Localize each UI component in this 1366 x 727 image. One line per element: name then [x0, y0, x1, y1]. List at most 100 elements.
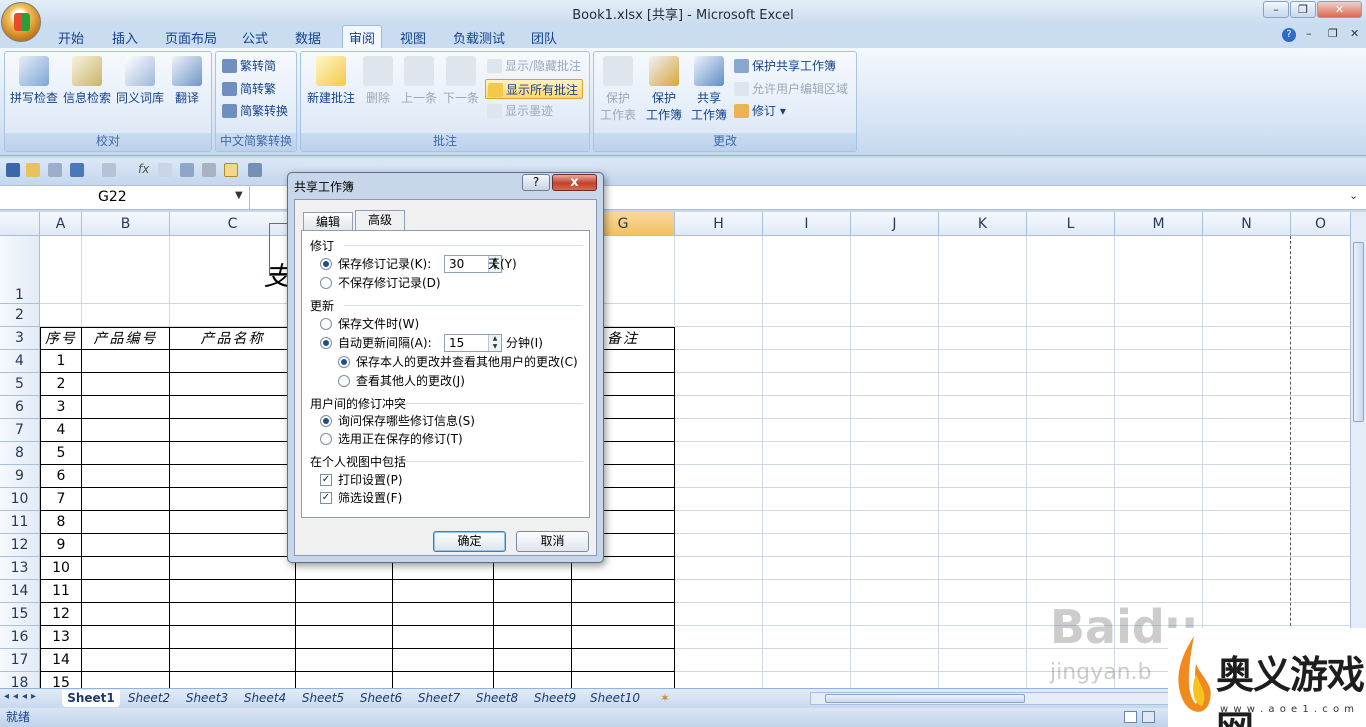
page-layout-view-icon[interactable] [1142, 711, 1155, 723]
table-cell[interactable] [170, 557, 296, 580]
row-header-13[interactable]: 13 [0, 557, 40, 580]
table-cell[interactable] [82, 626, 170, 649]
row-header-8[interactable]: 8 [0, 442, 40, 465]
table-cell[interactable] [82, 603, 170, 626]
row-header-16[interactable]: 16 [0, 626, 40, 649]
dont-keep-option[interactable]: 不保存修订记录(D) [320, 276, 441, 290]
ask-me-option[interactable]: 询问保存哪些修订信息(S) [320, 414, 475, 428]
print-settings-checkbox[interactable]: ✓ [320, 474, 332, 486]
share-workbook-button[interactable]: 共享 工作簿 [689, 56, 729, 124]
table-cell[interactable] [296, 672, 393, 688]
show-ink-button[interactable]: 显示墨迹 [485, 101, 553, 121]
tab-load-test[interactable]: 负载测试 [453, 28, 505, 47]
ribbon-minimize-icon[interactable]: – [1306, 27, 1312, 40]
seq-cell[interactable]: 10 [40, 557, 82, 580]
border-icon[interactable] [102, 163, 116, 177]
tab-home[interactable]: 开始 [58, 28, 84, 47]
seq-cell[interactable]: 7 [40, 488, 82, 511]
research-button[interactable]: 信息检索 [62, 56, 112, 107]
row-header-14[interactable]: 14 [0, 580, 40, 603]
table-cell[interactable] [82, 672, 170, 688]
table-cell[interactable] [296, 603, 393, 626]
row-header-18[interactable]: 18 [0, 672, 40, 688]
column-header-l[interactable]: L [1027, 212, 1115, 236]
table-cell[interactable] [82, 419, 170, 442]
thesaurus-button[interactable]: 同义词库 [115, 56, 165, 107]
row-header-11[interactable]: 11 [0, 511, 40, 534]
delete-comment-button[interactable]: 删除 [361, 56, 395, 107]
filter-settings-option[interactable]: ✓ 筛选设置(F) [320, 491, 402, 505]
chinese-convert-button[interactable]: 简繁转换 [220, 101, 288, 121]
table-cell[interactable] [572, 649, 675, 672]
auto-update-radio[interactable] [320, 337, 332, 349]
to-traditional-button[interactable]: 简转繁 [220, 79, 276, 99]
table-cell[interactable] [494, 672, 572, 688]
to-simplified-button[interactable]: 繁转简 [220, 56, 276, 76]
help-icon[interactable]: ? [1282, 28, 1296, 42]
seq-cell[interactable]: 4 [40, 419, 82, 442]
tab-insert[interactable]: 插入 [112, 28, 138, 47]
column-header-n[interactable]: N [1203, 212, 1291, 236]
header-cell-seq[interactable]: 序号 [40, 327, 82, 350]
sheet-tab-sheet1[interactable]: Sheet1 [62, 690, 120, 707]
track-changes-button[interactable]: 修订 ▾ [732, 101, 786, 121]
vertical-scroll-thumb[interactable] [1353, 242, 1364, 422]
just-see-option[interactable]: 查看其他人的更改(J) [338, 374, 465, 388]
seq-cell[interactable]: 15 [40, 672, 82, 688]
table-cell[interactable] [170, 488, 296, 511]
tab-data[interactable]: 数据 [295, 28, 321, 47]
table-cell[interactable] [494, 580, 572, 603]
column-header-k[interactable]: K [939, 212, 1027, 236]
translate-button[interactable]: 翻译 [168, 56, 206, 107]
dialog-close-button[interactable]: x [552, 174, 597, 191]
seq-cell[interactable]: 5 [40, 442, 82, 465]
seq-cell[interactable]: 1 [40, 350, 82, 373]
tab-page-layout[interactable]: 页面布局 [165, 28, 217, 47]
allow-edit-ranges-button[interactable]: 允许用户编辑区域 [732, 79, 848, 99]
align-icon[interactable] [180, 163, 194, 177]
protect-sheet-button[interactable]: 保护 工作表 [598, 56, 638, 124]
name-box[interactable]: G22 [0, 186, 250, 209]
table-cell[interactable] [82, 396, 170, 419]
seq-cell[interactable]: 11 [40, 580, 82, 603]
ok-button[interactable]: 确定 [433, 531, 506, 552]
column-header-m[interactable]: M [1115, 212, 1203, 236]
table-cell[interactable] [82, 557, 170, 580]
sheet-tab-sheet6[interactable]: Sheet6 [352, 690, 410, 707]
table-cell[interactable] [170, 603, 296, 626]
ask-me-radio[interactable] [320, 415, 332, 427]
minutes-input[interactable]: 15 ▲ ▼ [444, 334, 502, 352]
vertical-scrollbar[interactable] [1350, 212, 1366, 688]
column-header-a[interactable]: A [40, 212, 82, 236]
row-header-10[interactable]: 10 [0, 488, 40, 511]
office-button[interactable] [1, 2, 41, 42]
show-all-comments-button[interactable]: 显示所有批注 [485, 79, 584, 99]
sheet-tab-sheet3[interactable]: Sheet3 [178, 690, 236, 707]
sheet-nav-arrows-icon[interactable]: ◂◂◂▸ [4, 691, 40, 702]
keep-history-radio[interactable] [320, 258, 332, 270]
tab-editing[interactable]: 编辑 [303, 212, 354, 230]
table-cell[interactable] [393, 672, 494, 688]
ribbon-close-icon[interactable]: ✕ [1350, 27, 1359, 40]
tab-review[interactable]: 审阅 [342, 25, 383, 49]
protect-workbook-button[interactable]: 保护 工作簿 [642, 56, 686, 124]
table-cell[interactable] [393, 580, 494, 603]
normal-view-icon[interactable] [1124, 711, 1137, 723]
column-header-o[interactable]: O [1291, 212, 1350, 236]
row-header-6[interactable]: 6 [0, 396, 40, 419]
row-header-5[interactable]: 5 [0, 373, 40, 396]
printer-icon[interactable] [202, 163, 216, 177]
table-cell[interactable] [170, 373, 296, 396]
next-comment-button[interactable]: 下一条 [441, 56, 481, 107]
save-and-see-option[interactable]: 保存本人的更改并查看其他用户的更改(C) [338, 355, 578, 369]
show-hide-comment-button[interactable]: 显示/隐藏批注 [485, 56, 581, 76]
row-header-15[interactable]: 15 [0, 603, 40, 626]
sheet-tab-sheet10[interactable]: Sheet10 [584, 690, 646, 707]
table-cell[interactable] [494, 626, 572, 649]
table-cell[interactable] [170, 350, 296, 373]
table-cell[interactable] [82, 511, 170, 534]
table-cell[interactable] [296, 649, 393, 672]
table-cell[interactable] [170, 465, 296, 488]
seq-cell[interactable]: 2 [40, 373, 82, 396]
table-cell[interactable] [170, 580, 296, 603]
